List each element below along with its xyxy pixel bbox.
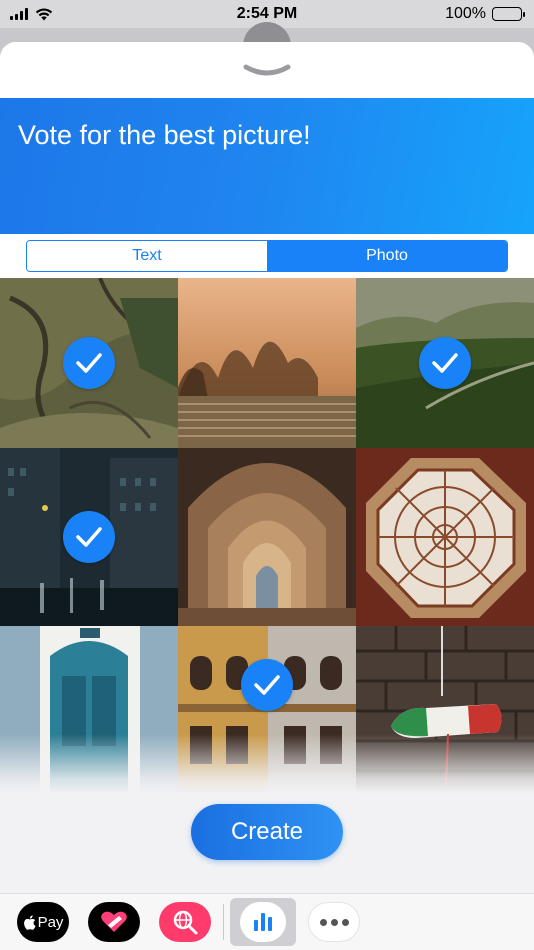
photo-tile[interactable] — [356, 448, 534, 626]
selected-check-icon — [63, 511, 115, 563]
photo-tile[interactable] — [178, 626, 356, 794]
apple-pay-app[interactable]: Pay — [17, 902, 69, 942]
chevron-down-icon[interactable] — [242, 63, 292, 79]
photo-shoe-on-wall — [356, 626, 534, 794]
photo-arched-corridor — [178, 448, 356, 626]
poll-icon — [254, 913, 272, 931]
photo-tile[interactable] — [356, 278, 534, 448]
poll-app-selected[interactable] — [230, 898, 296, 946]
drawer-divider — [223, 904, 224, 940]
sheet-header — [0, 42, 534, 98]
imessage-app-drawer: Pay — [0, 893, 534, 950]
selected-check-icon — [419, 337, 471, 389]
more-icon — [319, 918, 327, 926]
photo-tile[interactable] — [178, 448, 356, 626]
poll-title[interactable]: Vote for the best picture! — [18, 120, 516, 151]
app-sheet: Vote for the best picture! Text Photo Cr… — [0, 42, 534, 950]
status-time: 2:54 PM — [236, 5, 298, 22]
photo-tile[interactable] — [178, 278, 356, 448]
poll-banner: Vote for the best picture! — [0, 98, 534, 234]
segmented-control-wrap: Text Photo — [0, 234, 534, 278]
search-globe-icon — [173, 910, 198, 935]
photo-tile[interactable] — [0, 278, 178, 448]
heart-sticker-app[interactable] — [88, 902, 140, 942]
heart-sticker-icon — [101, 911, 127, 932]
apple-pay-label: Pay — [37, 913, 64, 931]
photo-tile[interactable] — [0, 626, 178, 794]
selected-check-icon — [63, 337, 115, 389]
photo-tile[interactable] — [356, 626, 534, 794]
create-button[interactable]: Create — [191, 804, 343, 860]
tab-text[interactable]: Text — [27, 241, 267, 271]
more-apps-button[interactable] — [308, 902, 360, 942]
tab-photo[interactable]: Photo — [267, 241, 507, 271]
apple-logo-icon — [23, 914, 36, 930]
battery-icon — [492, 7, 525, 21]
photo-grid — [0, 278, 534, 794]
search-globe-app[interactable] — [159, 902, 211, 942]
photo-misty-trees — [178, 278, 356, 448]
segmented-control: Text Photo — [26, 240, 508, 272]
photo-blue-door — [0, 626, 178, 794]
poll-app[interactable] — [240, 902, 286, 942]
selected-check-icon — [241, 658, 293, 711]
photo-tile[interactable] — [0, 448, 178, 626]
photo-octagonal-skylight — [356, 448, 534, 626]
